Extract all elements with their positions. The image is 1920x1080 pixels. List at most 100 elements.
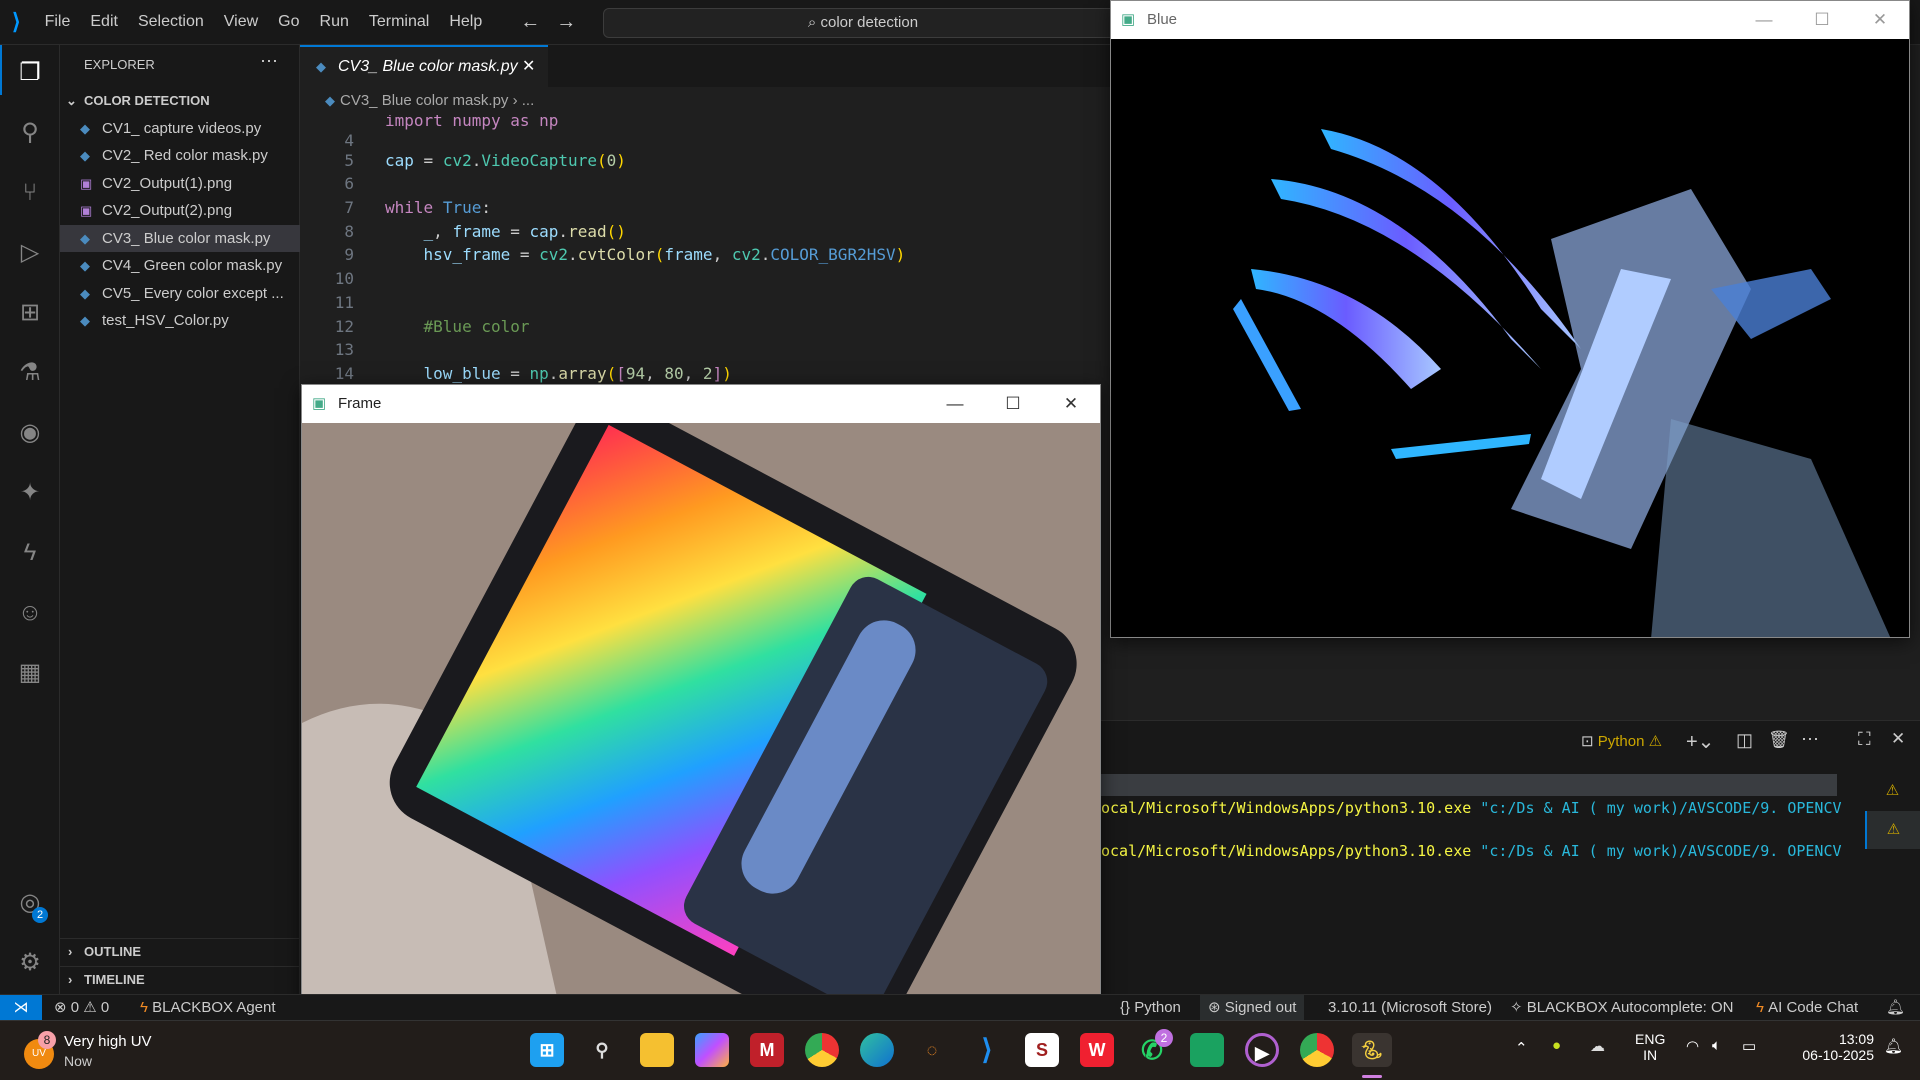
tray-app-icon[interactable]: ● xyxy=(1552,1037,1561,1054)
run-debug-icon[interactable]: ▷ xyxy=(14,237,46,269)
file-item[interactable]: ◆ CV4_ Green color mask.py xyxy=(60,252,300,279)
file-item[interactable]: ▣ CV2_Output(2).png xyxy=(60,197,300,224)
battery-icon[interactable]: ▭ xyxy=(1742,1037,1756,1055)
menu-help[interactable]: Help xyxy=(439,13,492,31)
google-classroom-icon[interactable] xyxy=(1190,1033,1224,1067)
breadcrumb-symbol[interactable]: ... xyxy=(522,92,535,109)
close-panel-icon[interactable]: ✕ xyxy=(1891,729,1905,749)
maximize-button[interactable]: ☐ xyxy=(1793,1,1851,39)
more-icon[interactable]: ⋯ xyxy=(1801,729,1819,750)
remote-indicator-icon[interactable]: ⋊ xyxy=(0,995,42,1020)
language-mode[interactable]: {} Python xyxy=(1120,995,1181,1020)
menu-run[interactable]: Run xyxy=(310,13,359,31)
weather-widget[interactable]: UV 8 Very high UV Now xyxy=(20,1031,180,1073)
onedrive-icon[interactable]: ☁ xyxy=(1590,1037,1605,1055)
maximize-panel-icon[interactable]: ⛶ xyxy=(1858,729,1871,750)
split-terminal-icon[interactable]: ◫ xyxy=(1736,730,1753,751)
github-icon[interactable]: ◉ xyxy=(14,417,46,449)
timeline-section[interactable]: › TIMELINE xyxy=(60,966,300,992)
file-item[interactable]: ◆ test_HSV_Color.py xyxy=(60,307,300,334)
search-icon[interactable]: ⚲ xyxy=(14,117,46,149)
new-terminal-icon[interactable]: +⌄ xyxy=(1686,729,1714,754)
line-number: 7 xyxy=(344,198,354,217)
testing-icon[interactable]: ⚗ xyxy=(14,357,46,389)
terminal-tab-warning-icon[interactable]: ⚠ xyxy=(1865,771,1920,811)
jupyter-icon[interactable]: ◌ xyxy=(915,1033,949,1067)
code-editor[interactable]: import numpy as np 4 5 6 7 8 9 10 11 12 … xyxy=(300,115,1110,385)
wifi-icon[interactable]: ◠ xyxy=(1686,1037,1699,1055)
close-button[interactable]: ✕ xyxy=(1851,1,1909,39)
close-button[interactable]: ✕ xyxy=(1042,385,1100,423)
notification-bell-icon[interactable]: 🔔︎ xyxy=(1884,1037,1903,1055)
extensions-icon[interactable]: ⊞ xyxy=(14,297,46,329)
python-app-icon[interactable]: 🐍︎ xyxy=(1352,1033,1392,1067)
file-item[interactable]: ◆ CV5_ Every color except ... xyxy=(60,280,300,307)
menu-file[interactable]: File xyxy=(35,13,81,31)
command-center-search[interactable]: ⌕ color detection xyxy=(603,8,1123,38)
sparkle-icon: ✧ xyxy=(1510,999,1523,1016)
show-hidden-icons-chevron-icon[interactable]: ⌃ xyxy=(1515,1039,1528,1057)
error-count: 0 xyxy=(70,999,80,1016)
blackbox-agent[interactable]: ϟ BLACKBOX Agent xyxy=(140,995,276,1020)
mcafee-icon[interactable]: M xyxy=(750,1033,784,1067)
more-actions-icon[interactable]: ⋯ xyxy=(260,51,278,72)
problems-indicator[interactable]: ⊗ 0 ⚠ 0 xyxy=(54,995,109,1020)
breadcrumb-file[interactable]: CV3_ Blue color mask.py xyxy=(340,92,508,109)
terminal-tab-warning-icon-active[interactable]: ⚠ xyxy=(1865,811,1920,849)
ai-code-chat[interactable]: ϟ AI Code Chat xyxy=(1756,995,1858,1020)
search-icon[interactable]: ⚲ xyxy=(585,1033,619,1067)
kingsoft-icon[interactable]: S xyxy=(1025,1033,1059,1067)
python-interpreter[interactable]: 3.10.11 (Microsoft Store) xyxy=(1328,995,1492,1020)
lightning-icon[interactable]: ϟ xyxy=(14,537,46,569)
notifications-bell-icon[interactable]: 🔔︎ xyxy=(1886,995,1905,1020)
terminal-profile[interactable]: ⊡ Python ⚠ xyxy=(1581,732,1662,750)
source-control-icon[interactable]: ⑂ xyxy=(14,177,46,209)
tab-cv3-blue-color-mask[interactable]: ◆ CV3_ Blue color mask.py ✕ xyxy=(300,45,548,87)
terminal-highlight xyxy=(1101,774,1837,796)
settings-gear-icon[interactable]: ⚙ xyxy=(14,947,46,979)
minimize-button[interactable]: — xyxy=(1735,1,1793,39)
close-tab-icon[interactable]: ✕ xyxy=(522,47,535,87)
maximize-button[interactable]: ☐ xyxy=(984,385,1042,423)
chrome-profile-icon[interactable] xyxy=(1300,1033,1334,1067)
menu-edit[interactable]: Edit xyxy=(80,13,128,31)
box-icon[interactable]: ▦ xyxy=(14,657,46,689)
forward-arrow-icon[interactable]: → xyxy=(556,11,576,34)
menu-view[interactable]: View xyxy=(214,13,268,31)
outline-section[interactable]: › OUTLINE xyxy=(60,938,300,964)
start-button-icon[interactable]: ⊞ xyxy=(530,1033,564,1067)
autocomplete-label: BLACKBOX Autocomplete: ON xyxy=(1526,999,1734,1016)
minimize-button[interactable]: — xyxy=(926,385,984,423)
clock[interactable]: 13:09 06-10-2025 xyxy=(1780,1031,1874,1063)
menu-terminal[interactable]: Terminal xyxy=(359,13,439,31)
edge-icon[interactable] xyxy=(860,1033,894,1067)
menu-go[interactable]: Go xyxy=(268,13,309,31)
wps-office-icon[interactable]: W xyxy=(1080,1033,1114,1067)
folder-color-detection[interactable]: ⌄ COLOR DETECTION xyxy=(60,88,300,114)
back-arrow-icon[interactable]: ← xyxy=(520,11,540,34)
menu-selection[interactable]: Selection xyxy=(128,13,214,31)
copilot-icon[interactable] xyxy=(695,1033,729,1067)
error-icon: ⊗ xyxy=(54,999,67,1016)
trash-icon[interactable]: 🗑 xyxy=(1768,730,1790,750)
warning-count: 0 xyxy=(100,999,110,1016)
file-explorer-icon[interactable] xyxy=(640,1033,674,1067)
timeline-label: TIMELINE xyxy=(84,972,145,987)
blackbox-autocomplete[interactable]: ✧ BLACKBOX Autocomplete: ON xyxy=(1510,995,1734,1020)
vscode-icon[interactable]: ⟩ xyxy=(970,1033,1004,1067)
chevron-down-icon: ⌄ xyxy=(66,93,77,108)
volume-icon[interactable]: 🔈︎ xyxy=(1712,1037,1721,1054)
signed-out[interactable]: ⊛ Signed out xyxy=(1200,995,1305,1020)
file-item[interactable]: ◆ CV1_ capture videos.py xyxy=(60,115,300,142)
chat-sparkle-icon[interactable]: ✦ xyxy=(14,477,46,509)
explorer-icon[interactable]: ❐ xyxy=(14,57,46,89)
chrome-icon[interactable] xyxy=(805,1033,839,1067)
code-line-14: low_blue = np.array([94, 80, 2]) xyxy=(423,364,732,383)
language-indicator[interactable]: ENG IN xyxy=(1635,1031,1665,1063)
file-item-selected[interactable]: ◆ CV3_ Blue color mask.py xyxy=(60,225,300,252)
file-item[interactable]: ◆ CV2_ Red color mask.py xyxy=(60,142,300,169)
copilot-icon[interactable]: ☺ xyxy=(14,597,46,629)
file-item[interactable]: ▣ CV2_Output(1).png xyxy=(60,170,300,197)
media-player-icon[interactable]: ▶ xyxy=(1245,1033,1279,1067)
code-line-9: hsv_frame = cv2.cvtColor(frame, cv2.COLO… xyxy=(423,245,906,264)
